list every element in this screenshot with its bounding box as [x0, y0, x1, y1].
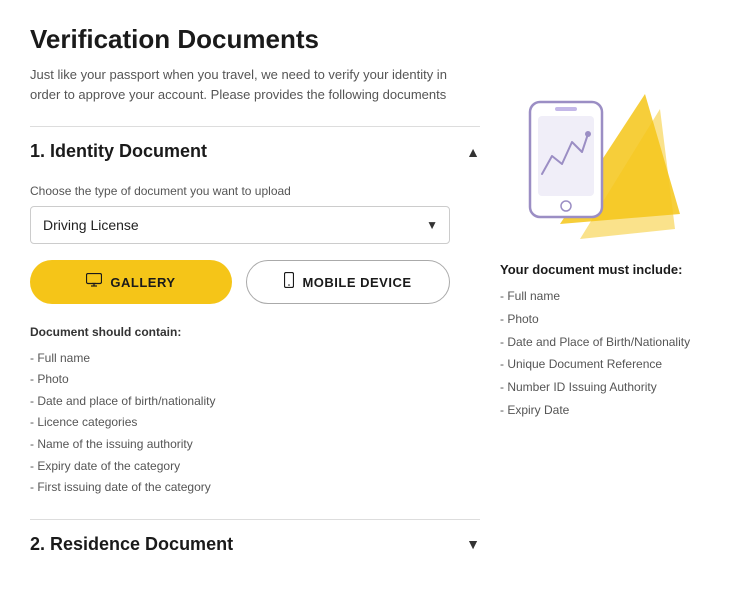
- dmi-item-4: - Unique Document Reference: [500, 353, 690, 376]
- mobile-device-button[interactable]: MOBILE DEVICE: [246, 260, 450, 304]
- doc-info-block: Document should contain: - Full name - P…: [30, 322, 480, 499]
- doc-info-item-6: - Expiry date of the category: [30, 456, 480, 478]
- dmi-item-5: - Number ID Issuing Authority: [500, 376, 690, 399]
- section1-header: 1. Identity Document ▲: [30, 126, 480, 174]
- upload-buttons-group: GALLERY MOBILE DEVICE: [30, 260, 450, 304]
- chevron-up-icon[interactable]: ▲: [466, 144, 480, 160]
- mobile-icon: [284, 272, 294, 292]
- section1-content: Choose the type of document you want to …: [30, 174, 480, 519]
- doc-info-item-7: - First issuing date of the category: [30, 477, 480, 499]
- monitor-icon: [86, 273, 102, 291]
- dmi-item-3: - Date and Place of Birth/Nationality: [500, 331, 690, 354]
- chevron-down-icon[interactable]: ▼: [466, 536, 480, 552]
- doc-must-include-panel: Your document must include: - Full name …: [500, 262, 690, 422]
- doc-info-item-1: - Full name: [30, 348, 480, 370]
- doc-type-select[interactable]: Driving License Passport National ID Car…: [30, 206, 450, 244]
- doc-info-title: Document should contain:: [30, 322, 480, 344]
- page-title: Verification Documents: [30, 24, 480, 55]
- doc-info-item-5: - Name of the issuing authority: [30, 434, 480, 456]
- doc-type-select-wrapper: Driving License Passport National ID Car…: [30, 206, 450, 244]
- mobile-device-button-label: MOBILE DEVICE: [302, 275, 411, 290]
- doc-info-item-3: - Date and place of birth/nationality: [30, 391, 480, 413]
- section2-header: 2. Residence Document ▼: [30, 519, 480, 569]
- dmi-item-2: - Photo: [500, 308, 690, 331]
- section1-title: 1. Identity Document: [30, 141, 207, 162]
- gallery-button-label: GALLERY: [110, 275, 175, 290]
- dmi-item-1: - Full name: [500, 285, 690, 308]
- page-subtitle: Just like your passport when you travel,…: [30, 65, 460, 104]
- section2-title: 2. Residence Document: [30, 534, 233, 555]
- doc-info-item-4: - Licence categories: [30, 412, 480, 434]
- dmi-list: - Full name - Photo - Date and Place of …: [500, 285, 690, 422]
- gallery-button[interactable]: GALLERY: [30, 260, 232, 304]
- document-illustration: [500, 84, 680, 244]
- choose-label: Choose the type of document you want to …: [30, 184, 480, 198]
- dmi-item-6: - Expiry Date: [500, 399, 690, 422]
- doc-info-item-2: - Photo: [30, 369, 480, 391]
- dmi-title: Your document must include:: [500, 262, 690, 277]
